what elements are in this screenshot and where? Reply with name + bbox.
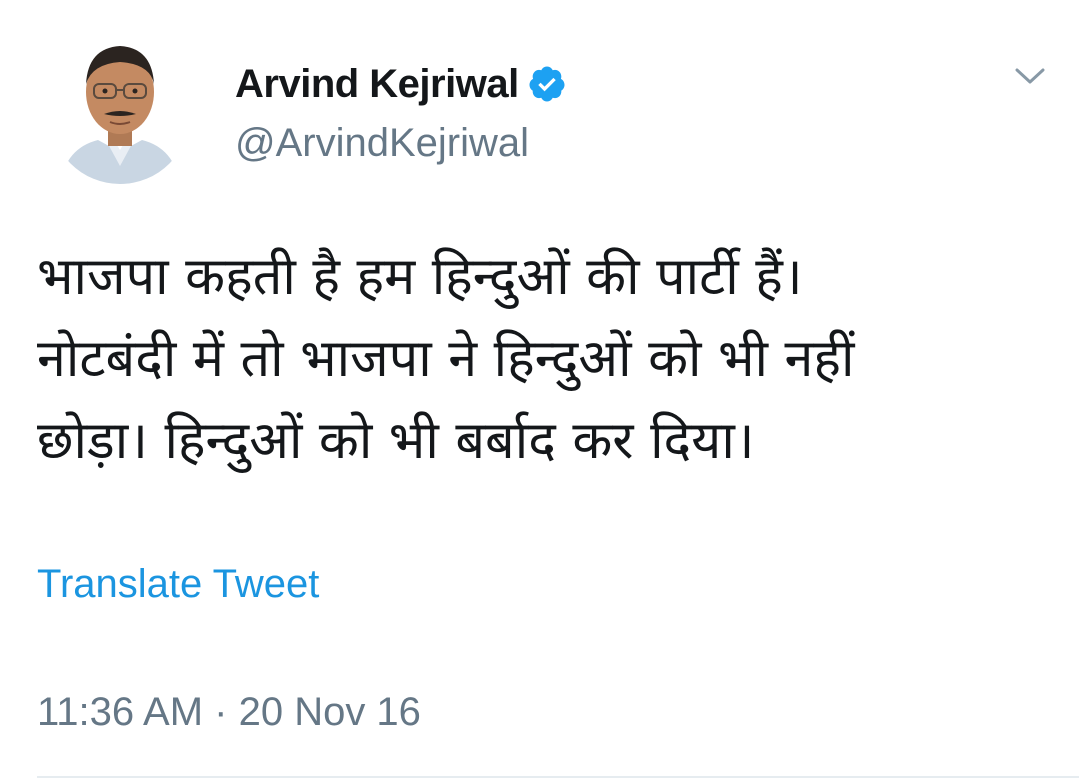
author-name-row: Arvind Kejriwal: [235, 58, 567, 110]
tweet-timestamp[interactable]: 11:36 AM · 20 Nov 16: [37, 690, 421, 735]
avatar-photo-icon: [50, 28, 190, 184]
tweet-menu-button[interactable]: [1006, 56, 1054, 96]
divider: [37, 776, 1079, 778]
author-handle[interactable]: @ArvindKejriwal: [235, 121, 529, 166]
tweet-card: Arvind Kejriwal @ArvindKejriwal भाजपा कह…: [0, 0, 1079, 780]
author-avatar[interactable]: [50, 28, 190, 184]
translate-tweet-link[interactable]: Translate Tweet: [37, 562, 319, 607]
chevron-down-icon: [1015, 68, 1045, 84]
verified-badge-icon: [527, 64, 567, 104]
author-display-name[interactable]: Arvind Kejriwal: [235, 62, 519, 107]
tweet-text: भाजपा कहती है हम हिन्दुओं की पार्टी हैं।…: [37, 247, 855, 471]
